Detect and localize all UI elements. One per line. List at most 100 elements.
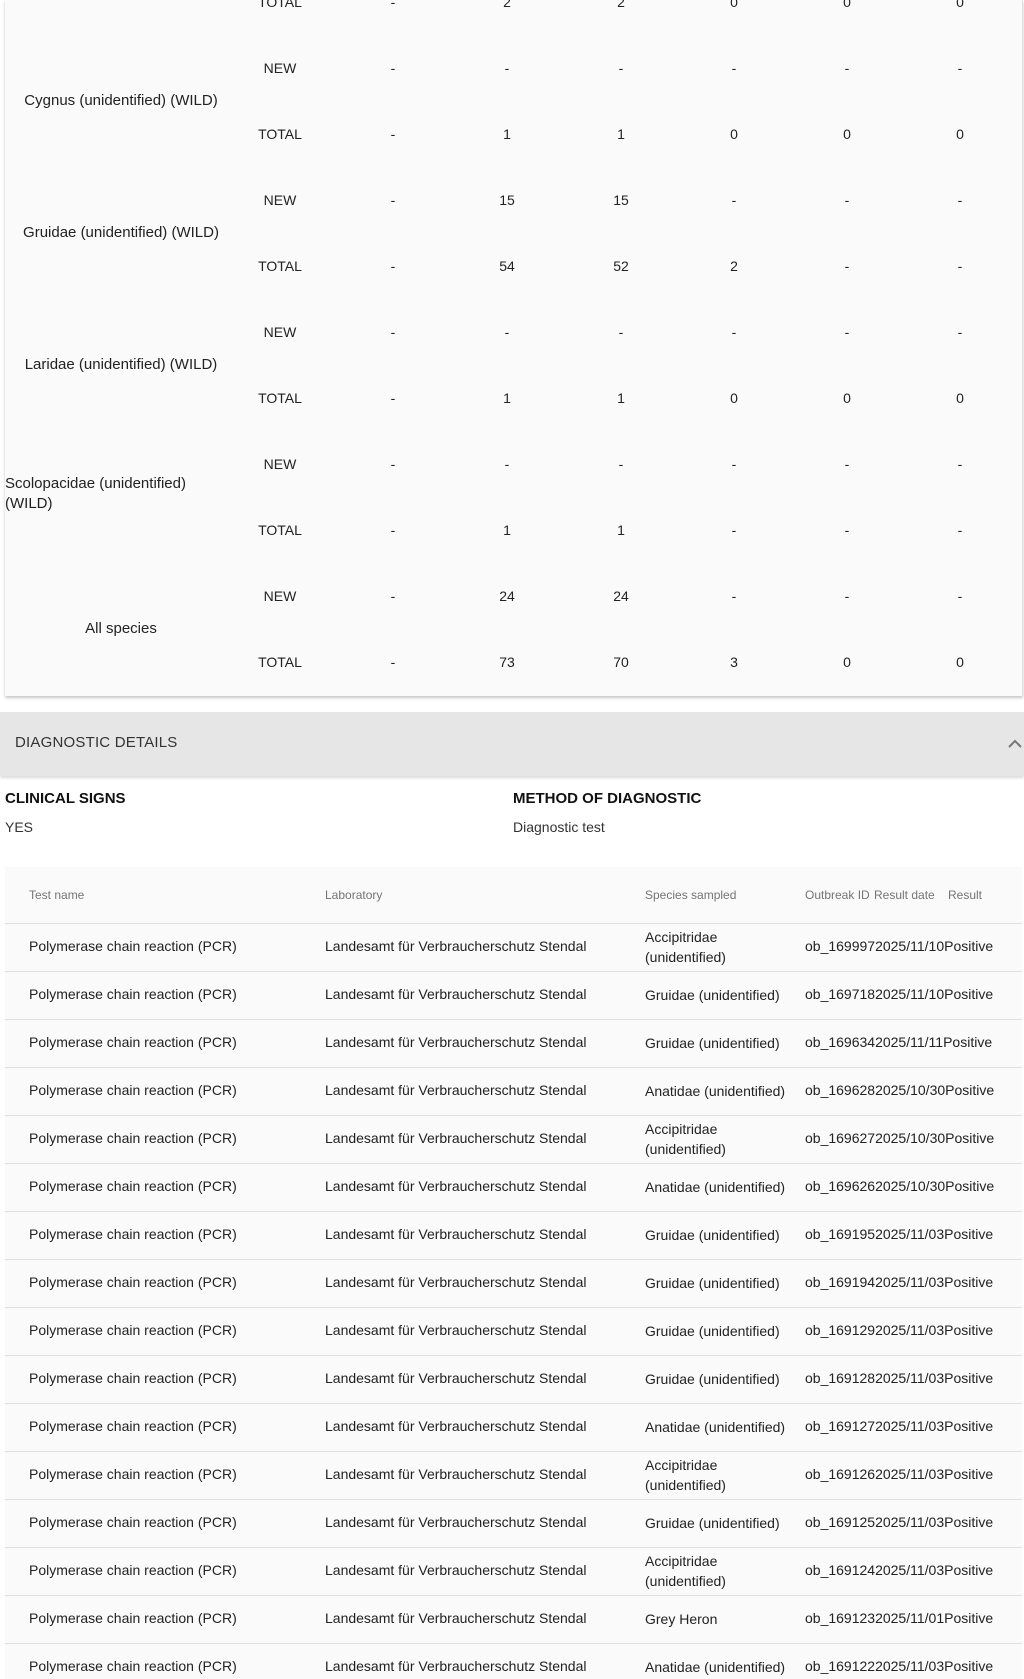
species-sampled-cell: Grey Heron <box>645 1611 718 1627</box>
quantity-cell: 24 <box>499 588 515 604</box>
table-row[interactable]: Polymerase chain reaction (PCR) Landesamt… <box>5 1403 1022 1452</box>
quantity-cell: - <box>390 60 396 76</box>
table-row[interactable]: Polymerase chain reaction (PCR) Landesamt… <box>5 971 1022 1020</box>
table-row[interactable]: Polymerase chain reaction (PCR) Landesamt… <box>5 1307 1022 1356</box>
quantity-cell: 1 <box>503 522 511 538</box>
quantity-cell: - <box>390 654 396 670</box>
quantity-cell: 0 <box>843 390 851 406</box>
column-header-species-sampled[interactable]: Species sampled <box>645 888 736 902</box>
laboratory-cell: Landesamt für Verbraucherschutz Stendal <box>325 1658 587 1674</box>
laboratory-cell: Landesamt für Verbraucherschutz Stendal <box>325 1322 587 1338</box>
quantity-cell: - <box>618 456 624 472</box>
species-sampled-cell: Accipitridae (unidentified) <box>645 1553 726 1589</box>
outbreak-date-result-cell: ob_1697182025/11/10Positive <box>805 986 993 1002</box>
result-value: Positive <box>944 1418 994 1434</box>
column-header-test-name[interactable]: Test name <box>29 888 84 902</box>
outbreak-id: ob_169129 <box>805 1322 876 1338</box>
table-row[interactable]: Polymerase chain reaction (PCR) Landesamt… <box>5 1355 1022 1404</box>
diagnostic-details-header[interactable]: DIAGNOSTIC DETAILS <box>0 712 1024 776</box>
laboratory-cell: Landesamt für Verbraucherschutz Stendal <box>325 1466 587 1482</box>
row-type-label: TOTAL <box>258 0 302 10</box>
table-row[interactable]: Polymerase chain reaction (PCR) Landesamt… <box>5 1067 1022 1116</box>
quantity-cell: - <box>957 456 963 472</box>
table-row[interactable]: Polymerase chain reaction (PCR) Landesamt… <box>5 1547 1022 1596</box>
outbreak-date-result-cell: ob_1696262025/10/30Positive <box>805 1178 994 1194</box>
table-row[interactable]: Polymerase chain reaction (PCR) Landesamt… <box>5 923 1022 972</box>
quantity-cell: - <box>504 324 510 340</box>
quantity-cell: 0 <box>956 390 964 406</box>
result-date: 2025/11/03 <box>875 1370 945 1386</box>
quantity-cell: - <box>390 456 396 472</box>
table-row[interactable]: Polymerase chain reaction (PCR) Landesamt… <box>5 1259 1022 1308</box>
table-row[interactable]: Polymerase chain reaction (PCR) Landesamt… <box>5 1595 1022 1644</box>
table-row[interactable]: Polymerase chain reaction (PCR) Landesamt… <box>5 1163 1022 1212</box>
clinical-signs-value: YES <box>5 819 34 835</box>
laboratory-cell: Landesamt für Verbraucherschutz Stendal <box>325 1610 587 1626</box>
result-value: Positive <box>944 938 994 954</box>
test-name-cell: Polymerase chain reaction (PCR) <box>29 1034 237 1050</box>
quantity-row-new: NEW - - - - - - <box>5 454 1022 474</box>
quantity-row-new: NEW - - - - - - <box>5 322 1022 342</box>
table-row[interactable]: Polymerase chain reaction (PCR) Landesamt… <box>5 1643 1022 1679</box>
column-header-outbreak-id[interactable]: Outbreak ID <box>805 888 870 902</box>
column-header-result-date[interactable]: Result date <box>874 888 935 902</box>
quantity-cell: - <box>731 588 737 604</box>
quantity-row-total: TOTAL - 2 2 0 0 0 <box>5 0 1022 12</box>
quantity-row-total: TOTAL - 73 70 3 0 0 <box>5 652 1022 672</box>
quantity-cell: - <box>731 324 737 340</box>
outbreak-id: ob_169123 <box>805 1610 876 1626</box>
result-date: 2025/11/03 <box>875 1418 945 1434</box>
result-date: 2025/10/30 <box>875 1130 946 1146</box>
quantity-cell: - <box>844 324 850 340</box>
diagnostic-tests-table: Test name Laboratory Species sampled Out… <box>5 867 1022 1679</box>
outbreak-date-result-cell: ob_1691272025/11/03Positive <box>805 1418 993 1434</box>
outbreak-date-result-cell: ob_1696272025/10/30Positive <box>805 1130 994 1146</box>
species-sampled-cell: Accipitridae (unidentified) <box>645 1457 726 1493</box>
chevron-up-icon[interactable] <box>1005 734 1024 754</box>
row-type-label: TOTAL <box>258 522 302 538</box>
quantity-cell: - <box>731 522 737 538</box>
species-sampled-cell: Accipitridae (unidentified) <box>645 929 726 965</box>
table-row[interactable]: Polymerase chain reaction (PCR) Landesamt… <box>5 1451 1022 1500</box>
quantity-cell: - <box>504 456 510 472</box>
outbreak-date-result-cell: ob_1691942025/11/03Positive <box>805 1274 993 1290</box>
quantity-cell: 2 <box>730 258 738 274</box>
table-row[interactable]: Polymerase chain reaction (PCR) Landesamt… <box>5 1211 1022 1260</box>
table-row[interactable]: Polymerase chain reaction (PCR) Landesamt… <box>5 1019 1022 1068</box>
result-value: Positive <box>944 1610 994 1626</box>
quantity-row-total: TOTAL - 1 1 0 0 0 <box>5 388 1022 408</box>
quantity-cell: 0 <box>956 126 964 142</box>
quantity-cell: - <box>618 324 624 340</box>
test-name-cell: Polymerase chain reaction (PCR) <box>29 1130 237 1146</box>
result-date: 2025/11/10 <box>875 986 945 1002</box>
test-name-cell: Polymerase chain reaction (PCR) <box>29 1466 237 1482</box>
column-header-laboratory[interactable]: Laboratory <box>325 888 382 902</box>
species-sampled-cell: Gruidae (unidentified) <box>645 1227 780 1243</box>
result-value: Positive <box>944 1322 994 1338</box>
result-value: Positive <box>944 986 994 1002</box>
result-date: 2025/10/30 <box>875 1082 946 1098</box>
quantity-cell: 54 <box>499 258 515 274</box>
quantity-cell: 1 <box>503 390 511 406</box>
outbreak-date-result-cell: ob_1691232025/11/01Positive <box>805 1610 993 1626</box>
outbreak-date-result-cell: ob_1699972025/11/10Positive <box>805 938 993 954</box>
outbreak-date-result-cell: ob_1691242025/11/03Positive <box>805 1562 993 1578</box>
test-name-cell: Polymerase chain reaction (PCR) <box>29 1082 237 1098</box>
quantity-cell: 3 <box>730 654 738 670</box>
result-value: Positive <box>944 1370 994 1386</box>
table-row[interactable]: Polymerase chain reaction (PCR) Landesamt… <box>5 1115 1022 1164</box>
result-date: 2025/11/03 <box>875 1274 945 1290</box>
result-value: Positive <box>944 1514 994 1530</box>
quantity-cell: 1 <box>617 522 625 538</box>
row-type-label: TOTAL <box>258 126 302 142</box>
table-header-row: Test name Laboratory Species sampled Out… <box>5 867 1022 924</box>
table-row[interactable]: Polymerase chain reaction (PCR) Landesamt… <box>5 1499 1022 1548</box>
result-value: Positive <box>945 1082 995 1098</box>
result-value: Positive <box>944 1658 994 1674</box>
species-sampled-cell: Anatidae (unidentified) <box>645 1659 786 1675</box>
laboratory-cell: Landesamt für Verbraucherschutz Stendal <box>325 986 587 1002</box>
column-header-result[interactable]: Result <box>948 888 982 902</box>
quantity-cell: - <box>390 522 396 538</box>
laboratory-cell: Landesamt für Verbraucherschutz Stendal <box>325 938 587 954</box>
quantity-row-total: TOTAL - 54 52 2 - - <box>5 256 1022 276</box>
